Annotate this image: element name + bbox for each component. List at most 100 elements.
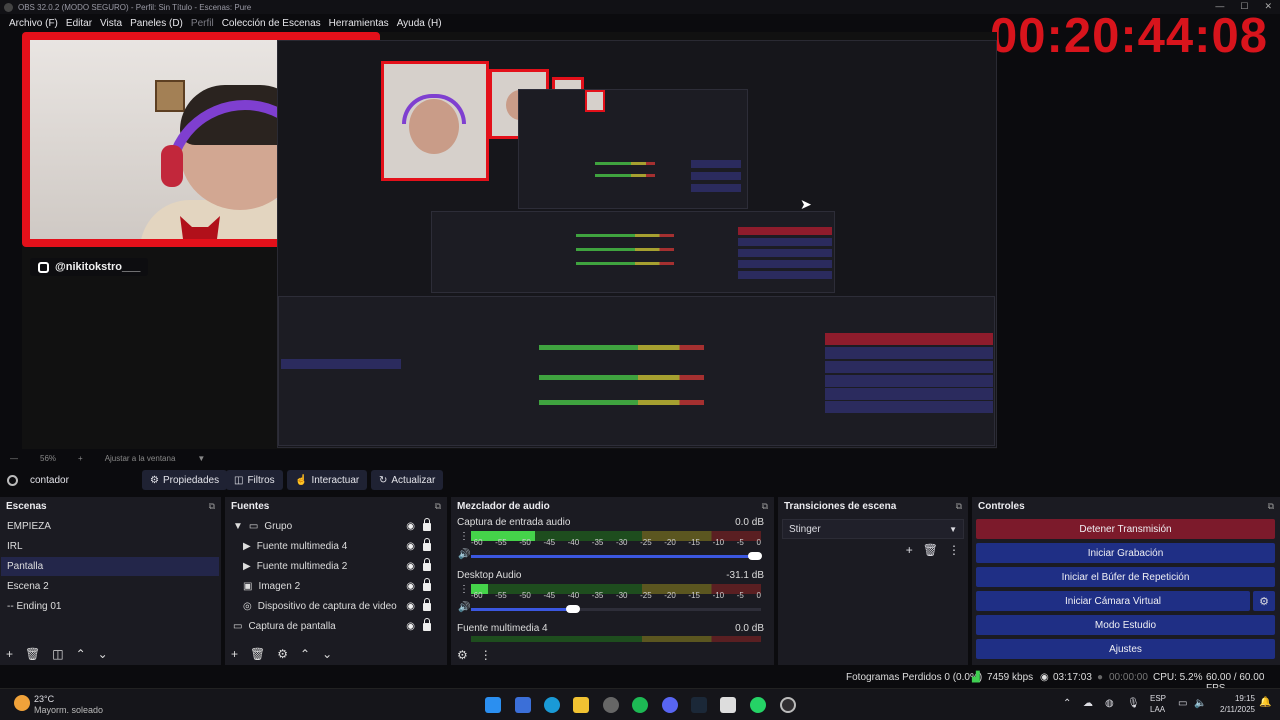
speaker-icon[interactable]: 🔊 [458,602,470,613]
settings-button[interactable]: Ajustes [976,639,1275,659]
chevron-down-icon[interactable]: ▼ [233,521,243,532]
source-item-group[interactable]: ▼ ▭ Grupo ◉ [233,517,443,536]
start-recording-button[interactable]: Iniciar Grabación [976,543,1275,563]
lock-icon[interactable] [423,517,431,531]
source-item[interactable]: ▣ Imagen 2 ◉ [243,577,443,596]
mixer-settings-icon[interactable]: ⚙ [457,648,468,662]
preview-canvas[interactable]: @nikitokstro___ 00:20:44:08 00:20:44:08 [22,32,997,449]
dock-undock-icon[interactable]: ⧉ [1268,501,1274,512]
scene-item[interactable]: Escena 2 [1,577,219,596]
scene-item[interactable]: EMPIEZA [1,517,219,536]
chrome-icon[interactable] [603,697,619,713]
clock-time[interactable]: 19:15 [1215,694,1255,703]
obs-taskbar-icon[interactable] [780,697,796,713]
start-virtual-camera-button[interactable]: Iniciar Cámara Virtual [976,591,1250,611]
whatsapp-icon[interactable] [750,697,766,713]
start-replay-buffer-button[interactable]: Iniciar el Búfer de Repetición [976,567,1275,587]
lock-icon[interactable] [423,617,431,631]
tray-chevron-icon[interactable]: ⌃ [1063,698,1071,709]
speaker-icon[interactable]: 🔊 [458,549,470,560]
lock-icon[interactable] [423,577,431,591]
volume-knob[interactable] [565,605,580,613]
menu-scene-collection[interactable]: Colección de Escenas [218,18,325,29]
add-icon[interactable]: + [231,647,238,661]
volume-knob[interactable] [748,552,763,560]
capcut-icon[interactable] [720,697,736,713]
stop-streaming-button[interactable]: Detener Transmisión [976,519,1275,539]
trash-icon[interactable]: 🗑 [923,543,938,557]
refresh-button[interactable]: ↻ Actualizar [371,470,444,490]
dock-undock-icon[interactable]: ⧉ [209,501,215,512]
steam-icon[interactable] [691,697,707,713]
eye-icon[interactable]: ◉ [406,601,415,612]
menu-file[interactable]: Archivo (F) [5,18,62,29]
source-item[interactable]: ▶ Fuente multimedia 2 ◉ [243,557,443,576]
eye-icon[interactable]: ◉ [406,541,415,552]
fit-dropdown-icon[interactable]: ▼ [197,454,205,463]
trash-icon[interactable]: 🗑 [25,647,40,661]
spotify-icon[interactable] [632,697,648,713]
fit-window-label[interactable]: Ajustar a la ventana [105,454,176,463]
notepad-icon[interactable] [515,697,531,713]
menu-edit[interactable]: Editar [62,18,96,29]
onedrive-icon[interactable]: ☁ [1083,698,1093,709]
input-layout[interactable]: LAA [1150,705,1165,714]
transition-select[interactable]: Stinger ▼ [782,519,964,539]
scene-item[interactable]: -- Ending 01 [1,597,219,616]
menu-docks[interactable]: Paneles (D) [126,18,187,29]
filters-button[interactable]: ◫ Filtros [226,470,283,490]
volume-slider[interactable] [471,605,761,613]
studio-mode-button[interactable]: Modo Estudio [976,615,1275,635]
interact-button[interactable]: ☝ Interactuar [287,470,368,490]
weather-icon[interactable] [14,695,30,711]
eye-icon[interactable]: ◉ [406,561,415,572]
zoom-level[interactable]: 56% [40,454,56,463]
volume-slider[interactable] [471,552,763,560]
weather-temp[interactable]: 23°C [34,694,54,704]
menu-help[interactable]: Ayuda (H) [393,18,446,29]
eye-icon[interactable]: ◉ [406,621,415,632]
move-down-icon[interactable]: ⌄ [322,647,332,661]
zoom-minus-icon[interactable]: — [10,454,18,463]
weather-desc[interactable]: Mayorm. soleado [34,705,103,715]
eye-icon[interactable]: ◉ [406,521,415,532]
virtual-camera-settings-button[interactable]: ⚙ [1253,591,1275,611]
scene-item-selected[interactable]: Pantalla [1,557,219,576]
menu-view[interactable]: Vista [96,18,126,29]
kebab-icon[interactable]: ⋮ [459,584,469,595]
discord-icon[interactable] [662,697,678,713]
add-icon[interactable]: + [906,543,913,557]
dock-undock-icon[interactable]: ⧉ [762,501,768,512]
kebab-icon[interactable]: ⋮ [459,531,469,542]
clock-date[interactable]: 2/11/2025 [1205,705,1255,714]
zoom-plus-icon[interactable]: + [78,454,83,463]
lock-icon[interactable] [423,597,431,611]
windows-start-icon[interactable] [485,697,501,713]
trash-icon[interactable]: 🗑 [250,647,265,661]
move-up-icon[interactable]: ⌃ [300,647,310,661]
eye-icon[interactable]: ◉ [406,581,415,592]
monitor-tray-icon[interactable]: ▭ [1178,698,1187,709]
mic-icon[interactable]: 🎙 [1127,698,1140,709]
source-item[interactable]: ◎ Dispositivo de captura de video ◉ [243,597,443,616]
input-language[interactable]: ESP [1150,694,1166,703]
folder-icon[interactable] [573,697,589,713]
kebab-icon[interactable]: ⋮ [948,543,960,557]
move-up-icon[interactable]: ⌃ [76,647,86,661]
lock-icon[interactable] [423,537,431,551]
move-down-icon[interactable]: ⌄ [98,647,108,661]
network-tray-icon[interactable]: ◍ [1105,698,1114,709]
add-icon[interactable]: + [6,647,13,661]
source-item[interactable]: ▭ Captura de pantalla ◉ [233,617,443,636]
edge-icon[interactable] [544,697,560,713]
properties-button[interactable]: ⚙ Propiedades [142,470,228,490]
menu-profile[interactable]: Perfil [187,18,218,29]
lock-icon[interactable] [423,557,431,571]
filter-icon[interactable]: ◫ [52,647,63,661]
kebab-icon[interactable]: ⋮ [480,648,492,662]
source-item[interactable]: ▶ Fuente multimedia 4 ◉ [243,537,443,556]
scene-item[interactable]: IRL [1,537,219,556]
menu-tools[interactable]: Herramientas [325,18,393,29]
notification-icon[interactable]: 🔔 [1259,697,1271,708]
dock-undock-icon[interactable]: ⧉ [956,501,962,512]
